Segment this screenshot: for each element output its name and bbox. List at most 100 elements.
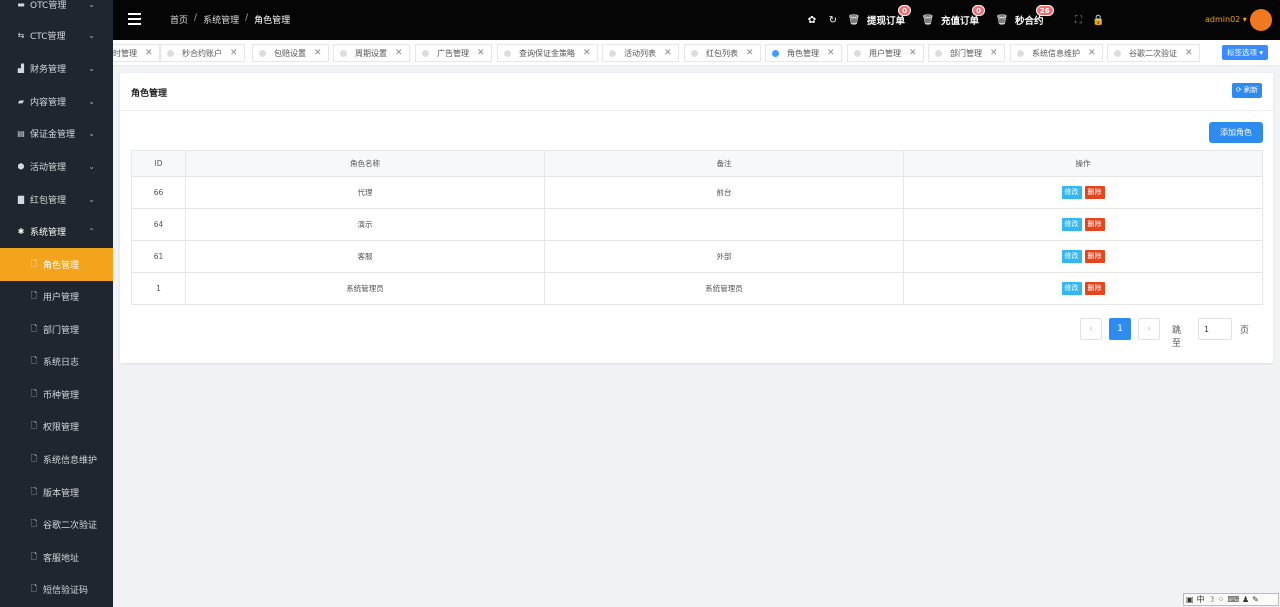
contract-count-badge: 26 [1035,5,1054,16]
avatar[interactable] [1250,9,1272,31]
tab-time-management[interactable]: 时管理 ✕ [113,44,160,62]
ime-logo-icon[interactable]: ▣ [1186,595,1194,604]
user-icon[interactable]: ♟ [1242,595,1249,604]
close-icon[interactable]: ✕ [395,48,403,58]
file-icon: 🗋 [30,290,38,300]
sidebar-subitem-log[interactable]: 🗋 系统日志 [0,345,113,378]
sidebar-subitem-support[interactable]: 🗋 客服地址 [0,541,113,574]
fullscreen-icon[interactable]: ⛶ [1072,13,1086,27]
tab-user-management[interactable]: 用户管理 ✕ [847,44,924,62]
close-icon[interactable]: ✕ [746,48,754,58]
tab-contract-account[interactable]: 秒合约账户 ✕ [160,44,245,62]
tab-label: 秒合约账户 [182,48,222,58]
menu-toggle-icon[interactable] [128,13,141,25]
punctuation-icon[interactable]: ⁘ [1218,595,1225,604]
goto-label: 跳至 [1172,326,1182,349]
goto-page-input[interactable] [1198,318,1232,340]
card-header: 角色管理 ⟳ 刷新 [120,73,1273,111]
close-icon[interactable]: ✕ [314,48,322,58]
sidebar-item-label: 用户管理 [43,293,80,303]
cell-actions: 修改 删除 [903,272,1263,305]
sidebar-subitem-permission[interactable]: 🗋 权限管理 [0,410,113,443]
refresh-icon[interactable]: ↻ [826,13,840,27]
sidebar-subitem-currency[interactable]: 🗋 币种管理 [0,378,113,411]
close-icon[interactable]: ✕ [145,48,153,58]
edit-button[interactable]: 修改 [1061,218,1082,231]
delete-button[interactable]: 删除 [1084,282,1105,295]
sidebar-item-redpacket[interactable]: ▇ 红包管理 ⌄ [0,183,113,216]
close-icon[interactable]: ✕ [990,48,998,58]
tabs-bar: 时管理 ✕ 秒合约账户 ✕ 包赔设置 ✕ 周期设置 ✕ 广告管理 ✕ 查询保证金策略 ✕ 活… [113,40,1280,66]
breadcrumb-home[interactable]: 首页 [170,13,188,26]
sidebar-subitem-role[interactable]: 🗋 角色管理 [0,248,113,281]
close-icon[interactable]: ✕ [230,48,238,58]
gift-icon: ▇ [17,195,25,204]
trash-icon[interactable]: 🗑 [847,13,861,27]
prev-page-button[interactable]: ‹ [1080,318,1102,340]
tab-ads[interactable]: 广告管理 ✕ [415,44,492,62]
add-role-button[interactable]: 添加角色 [1209,122,1263,143]
sidebar-subitem-sms[interactable]: 🗋 短信验证码 [0,573,113,606]
edit-button[interactable]: 修改 [1061,186,1082,199]
tab-dept-management[interactable]: 部门管理 ✕ [928,44,1005,62]
tab-options-button[interactable]: 标签选项 ▾ [1222,45,1269,60]
sidebar-item-system[interactable]: ✱ 系统管理 ⌃ [0,215,113,248]
close-icon[interactable]: ✕ [583,48,591,58]
sidebar-item-otc[interactable]: ▬ OTC管理 ⌄ [0,0,113,21]
sidebar-item-activity[interactable]: ⬢ 活动管理 ⌄ [0,150,113,183]
sidebar-item-finance[interactable]: ▟ 财务管理 ⌄ [0,52,113,85]
keyboard-icon[interactable]: ⌨ [1227,595,1239,604]
tab-label: 包赔设置 [274,48,306,58]
tab-sysinfo[interactable]: 系统信息维护 ✕ [1010,44,1103,62]
close-icon[interactable]: ✕ [477,48,485,58]
sidebar-subitem-user[interactable]: 🗋 用户管理 [0,280,113,313]
close-icon[interactable]: ✕ [1088,48,1096,58]
ime-language-label[interactable]: 中 [1197,594,1205,605]
close-icon[interactable]: ✕ [827,48,835,58]
edit-button[interactable]: 修改 [1061,282,1082,295]
recharge-orders-link[interactable]: 充值订单 0 [941,5,986,27]
close-icon[interactable]: ✕ [664,48,672,58]
tab-activity-list[interactable]: 活动列表 ✕ [602,44,679,62]
trash-icon[interactable]: 🗑 [921,13,935,27]
sidebar-item-label: 财务管理 [30,65,67,75]
sidebar-item-deposit[interactable]: ▤ 保证金管理 ⌄ [0,117,113,150]
breadcrumb-system[interactable]: 系统管理 [203,13,239,26]
tab-dot-icon [609,49,616,57]
delete-button[interactable]: 删除 [1084,250,1105,263]
trash-icon[interactable]: 🗑 [995,13,1009,27]
close-icon[interactable]: ✕ [1185,48,1193,58]
page-button-current[interactable]: 1 [1109,318,1131,340]
sidebar-subitem-sysinfo[interactable]: 🗋 系统信息维护 [0,443,113,476]
delete-button[interactable]: 删除 [1084,218,1105,231]
moon-icon[interactable]: ☽ [1208,595,1215,604]
theme-icon[interactable]: ✿ [805,13,819,27]
tab-redpacket-list[interactable]: 红包列表 ✕ [684,44,761,62]
lock-icon[interactable]: 🔒 [1092,13,1106,27]
second-contract-link[interactable]: 秒合约 26 [1015,5,1054,27]
edit-button[interactable]: 修改 [1061,250,1082,263]
tab-google-auth[interactable]: 谷歌二次验证 ✕ [1107,44,1200,62]
sidebar-item-label: 系统日志 [43,358,80,368]
close-icon[interactable]: ✕ [909,48,917,58]
file-icon: 🗋 [30,258,38,268]
cell-name: 代理 [185,176,545,209]
refresh-button[interactable]: ⟳ 刷新 [1231,83,1262,98]
tab-period[interactable]: 周期设置 ✕ [333,44,410,62]
delete-button[interactable]: 删除 [1084,186,1105,199]
sidebar-subitem-version[interactable]: 🗋 版本管理 [0,476,113,509]
file-icon: 🗋 [30,355,38,365]
tab-deposit-strategy[interactable]: 查询保证金策略 ✕ [497,44,598,62]
sidebar-subitem-google-auth[interactable]: 🗋 谷歌二次验证 [0,508,113,541]
next-page-button[interactable]: › [1138,318,1160,340]
tab-dot-icon [1017,49,1024,57]
sidebar-subitem-dept[interactable]: 🗋 部门管理 [0,313,113,346]
user-menu[interactable]: admin02 ▾ [1205,15,1247,24]
cell-actions: 修改 删除 [903,240,1263,273]
wrench-icon[interactable]: ✎ [1252,595,1259,604]
sidebar-item-content[interactable]: ▰ 内容管理 ⌄ [0,85,113,118]
tab-compensation[interactable]: 包赔设置 ✕ [252,44,329,62]
tab-role-management[interactable]: 角色管理 ✕ [765,44,842,62]
sidebar-item-ctc[interactable]: ⇆ CTC管理 ⌄ [0,19,113,52]
withdraw-orders-link[interactable]: 提现订单 0 [867,5,912,27]
